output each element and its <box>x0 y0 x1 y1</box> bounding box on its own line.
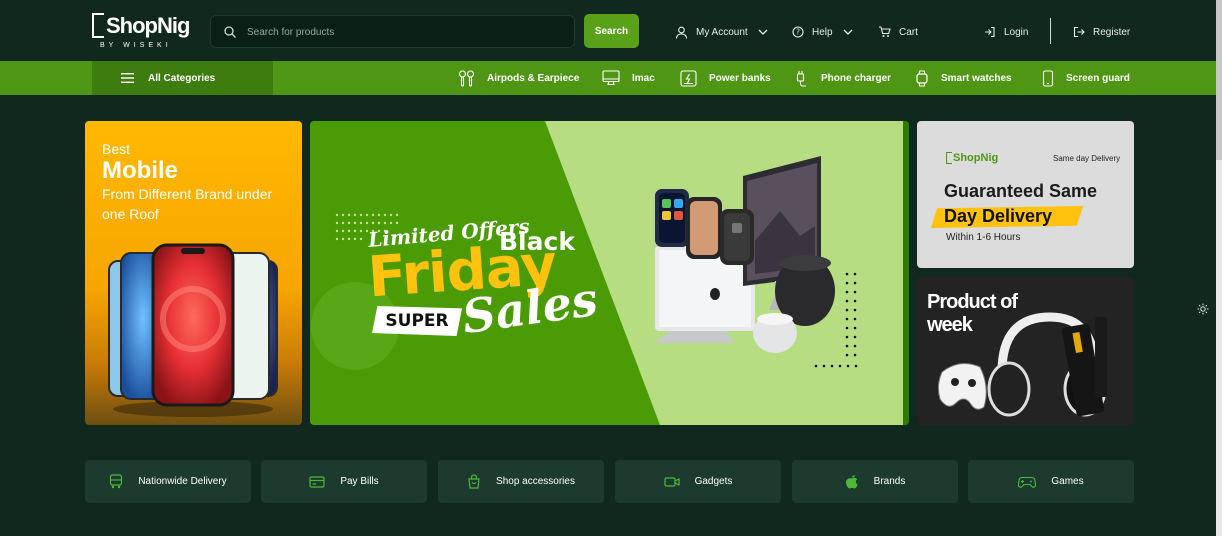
feature-gadgets[interactable]: Gadgets <box>615 460 781 503</box>
feature-label: Gadgets <box>694 476 733 487</box>
delivery-logo: ShopNig <box>946 152 998 164</box>
camera-icon <box>663 476 680 487</box>
charger-icon <box>796 70 806 87</box>
my-account-menu[interactable]: My Account <box>675 24 768 40</box>
shopnig-logo[interactable]: ShopNig BY WISEKI <box>92 13 190 51</box>
category-label: Imac <box>632 72 655 84</box>
cart-label: Cart <box>899 26 918 38</box>
iphones-image <box>108 243 278 417</box>
card-icon <box>309 475 325 488</box>
theme-toggle-icon[interactable] <box>1197 303 1209 315</box>
category-label: Airpods & Earpiece <box>487 72 580 84</box>
all-categories-label: All Categories <box>148 72 216 84</box>
product-of-week-banner[interactable]: Product of week <box>917 277 1134 425</box>
feature-nationwide-delivery[interactable]: Nationwide Delivery <box>85 460 251 503</box>
feature-pay-bills[interactable]: Pay Bills <box>261 460 427 503</box>
same-day-delivery-banner[interactable]: ShopNig Same day Delivery Guaranteed Sam… <box>917 121 1134 268</box>
logo-mark <box>92 13 104 38</box>
cart-icon <box>879 26 891 37</box>
help-menu[interactable]: ? Help <box>792 24 853 40</box>
category-label: Smart watches <box>941 72 1012 84</box>
watch-icon <box>916 69 928 87</box>
feature-label: Nationwide Delivery <box>138 476 227 487</box>
category-bar: All Categories Airpods & Earpiece Imac P… <box>0 61 1216 95</box>
login-icon <box>985 26 995 38</box>
all-categories-button[interactable]: All Categories <box>92 61 273 95</box>
delivery-subtitle: Day Delivery <box>944 206 1053 226</box>
category-power-banks[interactable]: Power banks <box>680 69 771 87</box>
feature-label: Brands <box>873 476 906 487</box>
header-divider <box>1050 18 1051 44</box>
search-input[interactable] <box>247 23 567 41</box>
delivery-tag: Same day Delivery <box>1053 154 1121 163</box>
category-screen-guard[interactable]: Screen guard <box>1042 69 1130 87</box>
user-icon <box>675 26 688 39</box>
super-text: SUPER <box>385 311 449 331</box>
page-scrollbar[interactable] <box>1216 0 1222 536</box>
best-mobile-banner[interactable]: Best Mobile From Different Brand under o… <box>85 121 302 425</box>
search-box <box>210 15 575 48</box>
top-header: ShopNig BY WISEKI Search My Account ? He… <box>0 0 1216 61</box>
my-account-label: My Account <box>696 26 748 38</box>
feature-label: Shop accessories <box>496 476 575 487</box>
truck-icon <box>110 474 123 489</box>
hamburger-icon <box>121 73 134 83</box>
category-label: Screen guard <box>1066 72 1130 84</box>
gamepad-icon <box>1018 476 1037 488</box>
battery-icon <box>680 69 697 87</box>
delivery-hours: Within 1-6 Hours <box>946 232 1021 243</box>
feature-games[interactable]: Games <box>968 460 1134 503</box>
feature-brands[interactable]: Brands <box>792 460 958 503</box>
chevron-down-icon <box>758 29 768 35</box>
phone-icon <box>1042 69 1054 87</box>
feature-label: Pay Bills <box>340 476 379 487</box>
svg-text:?: ? <box>796 28 800 37</box>
logo-name: ShopNig <box>106 13 190 38</box>
login-label: Login <box>1004 26 1029 38</box>
chevron-down-icon <box>843 29 853 35</box>
category-label: Power banks <box>709 72 771 84</box>
help-icon: ? <box>792 26 804 38</box>
super-badge: SUPER <box>372 306 462 336</box>
cart-link[interactable]: Cart <box>878 24 918 40</box>
category-smart-watches[interactable]: Smart watches <box>915 69 1012 87</box>
delivery-logo-text: ShopNig <box>953 152 999 164</box>
apple-icon <box>845 474 858 488</box>
ps5-accessories-image <box>937 312 1107 417</box>
search-button[interactable]: Search <box>584 14 639 48</box>
delivery-title: Guaranteed Same <box>944 181 1098 201</box>
search-icon <box>224 26 236 38</box>
category-label: Phone charger <box>821 72 892 84</box>
register-icon <box>1073 26 1085 38</box>
black-friday-banner[interactable]: Limited Offers Black Friday SUPER Sales <box>310 121 909 425</box>
login-link[interactable]: Login <box>984 24 1028 40</box>
airpods-icon <box>458 69 475 87</box>
monitor-icon <box>602 70 620 86</box>
feature-label: Games <box>1051 476 1084 487</box>
feature-shop-accessories[interactable]: Shop accessories <box>438 460 604 503</box>
bag-icon <box>468 474 480 489</box>
category-imac[interactable]: Imac <box>602 69 655 87</box>
category-airpods[interactable]: Airpods & Earpiece <box>458 69 579 87</box>
register-label: Register <box>1093 26 1131 38</box>
category-phone-charger[interactable]: Phone charger <box>795 69 891 87</box>
register-link[interactable]: Register <box>1073 24 1130 40</box>
logo-tagline: BY WISEKI <box>100 42 172 49</box>
help-label: Help <box>812 26 833 38</box>
scrollbar-thumb[interactable] <box>1216 0 1222 160</box>
